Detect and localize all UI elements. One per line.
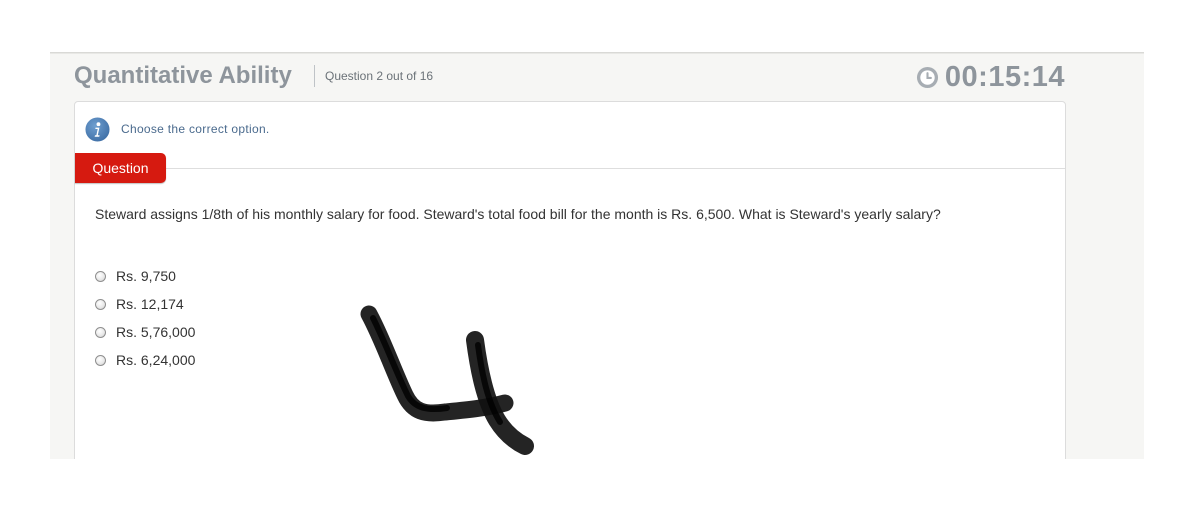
instruction-text: Choose the correct option. [121, 122, 270, 136]
option-4-label[interactable]: Rs. 6,24,000 [116, 352, 195, 368]
tab-question[interactable]: Question [75, 153, 166, 183]
option-3[interactable]: Rs. 5,76,000 [95, 318, 195, 346]
handwritten-mark [360, 305, 534, 455]
option-1[interactable]: Rs. 9,750 [95, 262, 195, 290]
option-2[interactable]: Rs. 12,174 [95, 290, 195, 318]
question-panel: Choose the correct option. Question Stew… [74, 101, 1066, 459]
options-list: Rs. 9,750 Rs. 12,174 Rs. 5,76,000 Rs. 6,… [95, 262, 195, 374]
question-counter: Question 2 out of 16 [325, 69, 434, 83]
option-2-label[interactable]: Rs. 12,174 [116, 296, 184, 312]
info-icon [85, 116, 110, 142]
option-4[interactable]: Rs. 6,24,000 [95, 346, 195, 374]
section-header: Quantitative Ability Question 2 out of 1… [50, 53, 1144, 101]
header-divider [314, 65, 315, 87]
question-text: Steward assigns 1/8th of his monthly sal… [95, 206, 941, 222]
clock-icon [916, 66, 938, 88]
panel-divider [166, 168, 1065, 169]
option-2-radio[interactable] [95, 298, 106, 310]
timer: 00:15:14 [916, 61, 1065, 93]
section-title: Quantitative Ability [74, 62, 292, 89]
option-1-radio[interactable] [95, 270, 106, 282]
option-3-radio[interactable] [95, 326, 106, 338]
option-3-label[interactable]: Rs. 5,76,000 [116, 324, 195, 340]
option-1-label[interactable]: Rs. 9,750 [116, 268, 176, 284]
instruction-row: Choose the correct option. [85, 116, 270, 142]
option-4-radio[interactable] [95, 354, 106, 366]
timer-value: 00:15:14 [944, 60, 1065, 93]
exam-frame: Quantitative Ability Question 2 out of 1… [50, 52, 1144, 459]
